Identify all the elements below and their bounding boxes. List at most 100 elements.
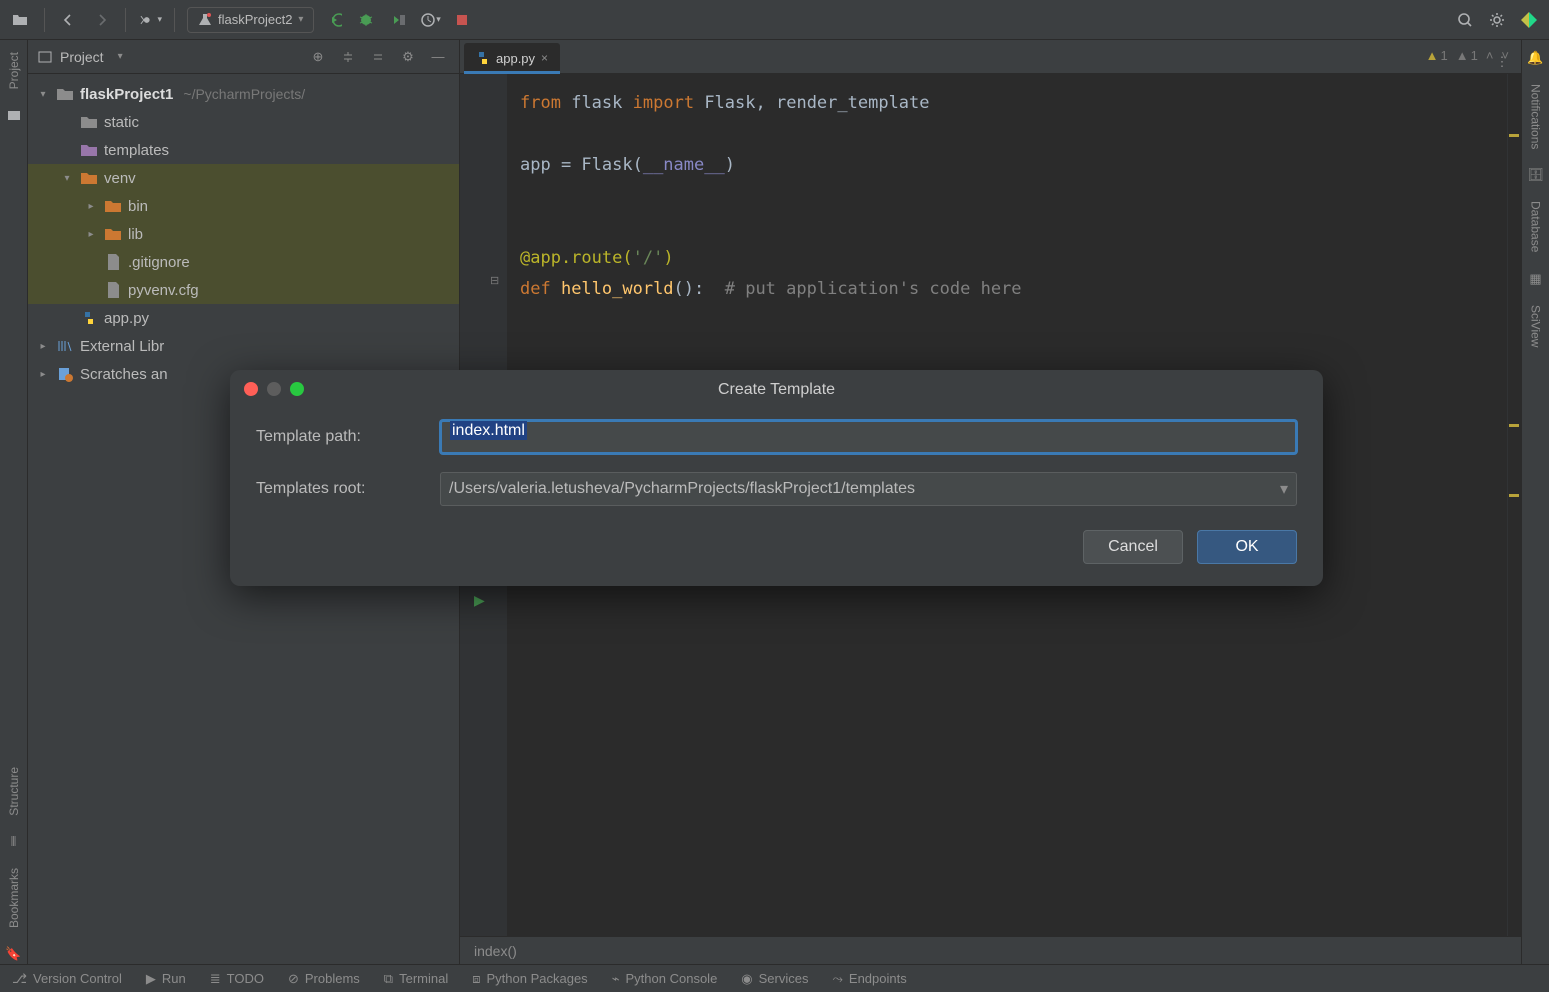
expand-all-icon[interactable] — [337, 46, 359, 68]
run-tool[interactable]: ▶Run — [146, 971, 186, 987]
inspection-widget[interactable]: ▲1 ▲1 ˄ ˅ — [1426, 48, 1509, 63]
window-minimize-icon[interactable] — [267, 382, 281, 396]
package-icon: ⧈ — [472, 971, 480, 987]
folder-icon — [104, 197, 122, 215]
project-panel-header: Project ▾ ⊕ ⚙ — — [28, 40, 459, 74]
fold-icon[interactable]: ⊟ — [490, 274, 499, 287]
dialog-title: Create Template — [718, 381, 835, 399]
chevron-down-icon: ▾ — [298, 14, 303, 25]
tree-item-venv[interactable]: ▾ venv — [28, 164, 459, 192]
sciview-tool-button[interactable]: SciView — [1529, 301, 1543, 351]
settings-icon[interactable] — [1485, 8, 1509, 32]
weak-warning-icon: ▲ — [1456, 48, 1469, 63]
tree-item-gitignore[interactable]: .gitignore — [28, 248, 459, 276]
vcs-dropdown-icon[interactable]: ▾ — [138, 8, 162, 32]
coverage-button[interactable] — [386, 8, 410, 32]
back-button[interactable] — [57, 8, 81, 32]
tree-item-lib[interactable]: ▸ lib — [28, 220, 459, 248]
forward-button[interactable] — [89, 8, 113, 32]
bell-icon[interactable]: 🔔 — [1526, 48, 1546, 68]
prev-highlight-icon[interactable]: ˄ — [1486, 48, 1494, 63]
tree-item-pyvenv[interactable]: pyvenv.cfg — [28, 276, 459, 304]
breadcrumb-bar[interactable]: index() — [460, 936, 1521, 964]
templates-root-combo[interactable]: /Users/valeria.letusheva/PycharmProjects… — [440, 472, 1297, 506]
debug-button[interactable] — [354, 8, 378, 32]
create-template-dialog: Create Template Template path: index.htm… — [230, 370, 1323, 586]
folder-icon — [104, 225, 122, 243]
python-packages-tool[interactable]: ⧈Python Packages — [472, 971, 587, 987]
breadcrumb-item[interactable]: index() — [474, 943, 517, 959]
terminal-tool[interactable]: ⧉Terminal — [384, 971, 448, 987]
python-file-icon — [476, 51, 490, 65]
templates-root-label: Templates root: — [256, 480, 426, 498]
close-icon[interactable]: × — [541, 51, 548, 65]
template-path-input[interactable]: index.html — [440, 420, 1297, 454]
sciview-icon[interactable]: ▦ — [1526, 269, 1546, 289]
file-icon — [104, 281, 122, 299]
database-tool-button[interactable]: Database — [1529, 197, 1543, 256]
cancel-button[interactable]: Cancel — [1083, 530, 1183, 564]
python-console-tool[interactable]: ⌁Python Console — [612, 971, 718, 987]
open-folder-button[interactable] — [8, 8, 32, 32]
panel-settings-icon[interactable]: ⚙ — [397, 46, 419, 68]
chevron-down-icon[interactable]: ▾ — [118, 51, 123, 62]
right-tool-gutter: 🔔 Notifications 🗄 Database ▦ SciView — [1521, 40, 1549, 964]
branch-icon: ⎇ — [12, 971, 27, 987]
tree-root-name: flaskProject1 — [80, 86, 173, 103]
services-tool[interactable]: ◉Services — [741, 971, 808, 987]
next-highlight-icon[interactable]: ˅ — [1501, 48, 1509, 63]
hide-panel-icon[interactable]: — — [427, 46, 449, 68]
select-opened-file-icon[interactable]: ⊕ — [307, 46, 329, 68]
window-close-icon[interactable] — [244, 382, 258, 396]
structure-tool-button[interactable]: Structure — [7, 763, 21, 820]
ok-button[interactable]: OK — [1197, 530, 1297, 564]
chevron-down-icon: ▾ — [60, 173, 74, 184]
folder-icon — [56, 85, 74, 103]
project-tool-button[interactable]: Project — [7, 48, 21, 93]
search-everywhere-icon[interactable] — [1453, 8, 1477, 32]
tree-root-path: ~/PycharmProjects/ — [183, 86, 305, 102]
tree-item-apppy[interactable]: app.py — [28, 304, 459, 332]
services-icon: ◉ — [741, 971, 752, 987]
tree-item-templates[interactable]: templates — [28, 136, 459, 164]
profile-button[interactable]: ▾ — [418, 8, 442, 32]
tree-item-static[interactable]: static — [28, 108, 459, 136]
bookmarks-tool-button[interactable]: Bookmarks — [7, 864, 21, 932]
structure-icon[interactable]: ⦀ — [4, 832, 24, 852]
run-config-selector[interactable]: flaskProject2 ▾ — [187, 7, 314, 33]
endpoints-tool[interactable]: ⤳Endpoints — [833, 971, 907, 987]
warning-icon: ▲ — [1426, 48, 1439, 63]
chevron-right-icon: ▸ — [84, 201, 98, 212]
warning-icon: ⊘ — [288, 971, 299, 987]
database-icon[interactable]: 🗄 — [1526, 165, 1546, 185]
jetbrains-icon[interactable] — [1517, 8, 1541, 32]
templates-root-value: /Users/valeria.letusheva/PycharmProjects… — [449, 480, 915, 498]
folder-icon — [80, 113, 98, 131]
stop-button[interactable] — [450, 8, 474, 32]
tree-item-external[interactable]: ▸ External Libr — [28, 332, 459, 360]
dialog-titlebar: Create Template — [230, 370, 1323, 410]
folder-icon — [80, 169, 98, 187]
run-gutter-icon[interactable]: ▶ — [474, 592, 485, 609]
todo-tool[interactable]: ≣TODO — [210, 971, 264, 987]
tab-apppy[interactable]: app.py × — [464, 43, 560, 73]
problems-tool[interactable]: ⊘Problems — [288, 971, 360, 987]
run-button[interactable] — [322, 8, 346, 32]
terminal-icon: ⧉ — [384, 971, 393, 987]
chevron-down-icon: ▾ — [1280, 479, 1288, 499]
tree-item-bin[interactable]: ▸ bin — [28, 192, 459, 220]
notifications-tool-button[interactable]: Notifications — [1529, 80, 1543, 153]
bookmark-icon[interactable]: 🔖 — [4, 944, 24, 964]
scratches-icon — [56, 365, 74, 383]
commit-tool-icon[interactable] — [4, 105, 24, 125]
list-icon: ≣ — [210, 971, 221, 987]
tree-root[interactable]: ▾ flaskProject1 ~/PycharmProjects/ — [28, 80, 459, 108]
version-control-tool[interactable]: ⎇Version Control — [12, 971, 122, 987]
chevron-right-icon: ▸ — [36, 341, 50, 352]
collapse-all-icon[interactable] — [367, 46, 389, 68]
left-tool-gutter: Project Structure ⦀ Bookmarks 🔖 — [0, 40, 28, 964]
window-maximize-icon[interactable] — [290, 382, 304, 396]
separator — [125, 8, 126, 32]
endpoints-icon: ⤳ — [833, 971, 843, 987]
error-stripe[interactable] — [1507, 74, 1521, 936]
